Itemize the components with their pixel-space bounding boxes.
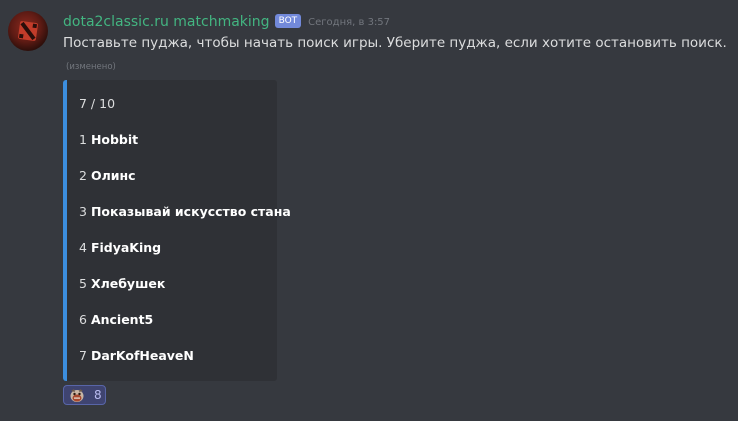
reaction-button[interactable]: 8 [63,385,106,405]
player-row: 7 DarKofHeaveN [79,348,194,363]
player-number: 3 [79,204,91,219]
player-row: 6 Ancient5 [79,312,153,327]
player-number: 1 [79,132,91,147]
chat-message: dota2classic.ru matchmaking BOT Сегодня,… [0,0,738,421]
edited-label: (изменено) [66,62,116,72]
bot-tag: BOT [274,14,302,28]
player-name: Хлебушек [90,276,166,291]
player-name: DarKofHeaveN [90,348,194,363]
player-number: 4 [79,240,91,255]
embed: 7 / 10 1 Hobbit 2 Олинс 3 Показывай иску… [63,80,291,381]
player-row: 4 FidyaKing [79,240,161,255]
queue-count: 7 / 10 [79,96,116,111]
player-name: FidyaKing [90,240,162,255]
message-header: dota2classic.ru matchmaking BOT Сегодня,… [63,12,390,32]
pudge-emoji-icon [70,389,84,402]
player-number: 7 [79,348,91,363]
player-row: 3 Показывай искусство стана [79,204,291,219]
reaction-count: 8 [94,388,102,402]
dota-logo-icon [18,21,38,41]
player-name: Показывай искусство стана [90,204,291,219]
player-number: 5 [79,276,91,291]
player-name: Hobbit [90,132,139,147]
message-content: Поставьте пуджа, чтобы начать поиск игры… [63,35,727,51]
avatar[interactable] [8,11,48,51]
player-number: 2 [79,168,91,183]
player-number: 6 [79,312,91,327]
player-row: 5 Хлебушек [79,276,165,291]
player-row: 2 Олинс [79,168,136,183]
player-name: Ancient5 [90,312,154,327]
timestamp: Сегодня, в 3:57 [308,16,391,28]
username[interactable]: dota2classic.ru matchmaking [63,14,270,30]
player-name: Олинс [90,168,136,183]
player-row: 1 Hobbit [79,132,138,147]
